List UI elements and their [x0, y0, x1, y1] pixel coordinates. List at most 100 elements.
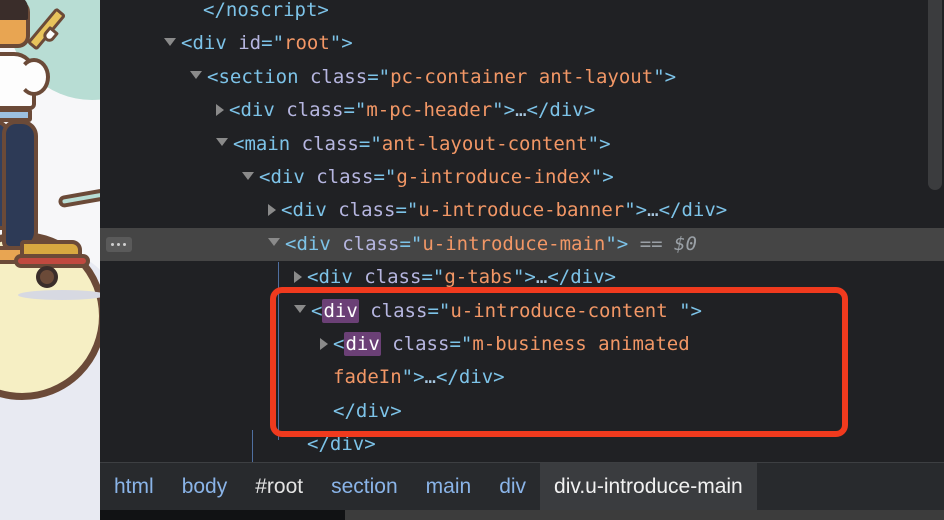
code-token-punct: =": [358, 132, 382, 155]
code-token-attr-name: class: [392, 333, 450, 355]
horizontal-scrollbar-track[interactable]: [100, 510, 944, 520]
breadcrumb-item--root[interactable]: #root: [241, 463, 317, 511]
dom-tree-row-content: </div>: [320, 400, 402, 422]
code-token-punct: <: [259, 166, 271, 188]
dom-tree-row-content: </noscript>: [190, 0, 329, 21]
dom-tree-row[interactable]: <div class="g-introduce-index">: [100, 161, 944, 194]
code-token-ellipsis: …: [424, 366, 436, 389]
code-token-ellipsis: …: [515, 99, 527, 122]
dom-tree-row-selected[interactable]: <div class="u-introduce-main"> == $0: [100, 227, 944, 262]
code-token-punct: ">: [512, 266, 536, 289]
code-token-tag: section: [218, 65, 299, 88]
dom-tree-row-content: <div class="g-introduce-index">: [242, 166, 614, 188]
dom-tree-row[interactable]: <div class="u-introduce-banner">…</div>: [100, 194, 944, 227]
chevron-right-icon[interactable]: [216, 103, 224, 116]
chevron-right-icon[interactable]: [294, 270, 302, 283]
code-token-attr-name: class: [338, 199, 396, 222]
code-token-tag: div: [240, 99, 275, 122]
code-token-punct: ">: [624, 199, 648, 222]
illustration-leg-front: [2, 120, 38, 250]
chevron-down-icon[interactable]: [164, 37, 176, 46]
chevron-down-icon[interactable]: [242, 171, 254, 180]
code-token-punct: =": [373, 166, 397, 188]
dom-tree-row-content: <div class="u-introduce-main"> == $0: [268, 233, 697, 255]
code-token-punct: </div>: [526, 99, 596, 122]
code-token-attr-val: root: [284, 32, 330, 55]
breadcrumb-item-div[interactable]: div: [485, 463, 540, 511]
dom-tree-row[interactable]: <section class="pc-container ant-layout"…: [100, 61, 944, 94]
code-token-punct: <: [207, 65, 219, 88]
more-options-icon[interactable]: [106, 236, 132, 252]
dom-tree-row[interactable]: <main class="ant-layout-content">: [100, 128, 944, 161]
dom-tree-row[interactable]: <div class="u-introduce-content ">: [100, 295, 944, 328]
dom-tree-row[interactable]: </div>: [100, 428, 944, 461]
code-token-attr-val: u-introduce-banner: [418, 199, 625, 222]
code-token-punct: =": [261, 32, 285, 55]
code-token-attr-name: class: [364, 266, 422, 289]
horizontal-scrollbar-thumb[interactable]: [100, 510, 345, 520]
code-token-punct: </div>: [333, 399, 402, 422]
code-token-punct: ">: [329, 32, 353, 55]
chevron-right-icon[interactable]: [320, 337, 328, 350]
breadcrumb-item-main[interactable]: main: [412, 463, 486, 511]
code-token-attr-val: m-pc-header: [366, 99, 493, 122]
breadcrumb-item-body[interactable]: body: [168, 463, 242, 511]
chevron-right-icon[interactable]: [268, 203, 276, 216]
code-token-punct: =": [421, 266, 445, 289]
dom-tree-row[interactable]: </noscript>: [100, 0, 944, 27]
dom-tree-row[interactable]: <div id="root">: [100, 27, 944, 60]
illustration-arm: [18, 58, 50, 96]
dom-tree-row[interactable]: <div class="g-tabs">…</div>: [100, 261, 944, 294]
code-token-punct: ">: [605, 232, 640, 255]
code-token-punct: =": [395, 199, 419, 222]
code-token-attr-name: class: [309, 65, 368, 88]
search-highlight-tag: div: [322, 298, 359, 323]
code-token-punct: =": [399, 232, 423, 255]
code-token-tag: div: [192, 32, 227, 55]
vertical-scrollbar[interactable]: [928, 0, 942, 190]
code-token-punct: </div>: [307, 433, 376, 456]
dom-tree-row-content: </div>: [294, 433, 376, 455]
dom-tree-row[interactable]: <div class="m-business animated: [100, 328, 944, 361]
code-token-tag: main: [244, 132, 291, 155]
indent-guide-line: [278, 262, 279, 440]
dom-tree-row-content: <div id="root">: [164, 32, 353, 54]
indent-guide-line: [252, 430, 253, 462]
dom-tree[interactable]: </noscript> <div id="root"> <section class…: [100, 0, 944, 462]
code-token-punct: </div>: [435, 366, 505, 389]
code-token-punct: ">: [587, 132, 611, 155]
breadcrumb[interactable]: html body #root section main div div.u-introdu…: [100, 462, 944, 511]
dom-tree-row-content: <div class="m-business animated: [320, 332, 690, 356]
code-token-attr-name: class: [316, 166, 374, 188]
page-illustration: [0, 0, 100, 520]
chevron-down-icon[interactable]: [268, 238, 280, 247]
dom-tree-row-content: <main class="ant-layout-content">: [216, 133, 611, 155]
breadcrumb-item-div-u-introduce-main[interactable]: div.u-introduce-main: [540, 462, 757, 511]
breadcrumb-item-section[interactable]: section: [317, 463, 412, 511]
chevron-down-icon[interactable]: [294, 305, 306, 314]
dom-tree-row[interactable]: fadeIn">…</div>: [100, 361, 944, 394]
code-token-punct: <: [229, 99, 241, 122]
code-token-punct: <: [311, 299, 323, 322]
chevron-down-icon[interactable]: [216, 138, 228, 147]
dom-tree-row[interactable]: <div class="m-pc-header">…</div>: [100, 94, 944, 127]
code-token-attr-val: fadeIn: [333, 366, 402, 389]
dom-tree-row[interactable]: </div>: [100, 395, 944, 428]
code-token-attr-val: u-introduce-main: [422, 232, 606, 255]
code-token-attr-name: id: [238, 32, 262, 55]
code-token-ellipsis: …: [647, 199, 659, 222]
code-token-attr-val: g-introduce-index: [396, 166, 591, 188]
breadcrumb-item-html[interactable]: html: [100, 463, 168, 511]
code-token-tag: div: [292, 199, 327, 222]
chevron-down-icon[interactable]: [190, 71, 202, 80]
dom-tree-row-content: <div class="m-pc-header">…</div>: [216, 99, 595, 121]
code-token-attr-name: class: [370, 299, 428, 322]
code-token-punct: <: [281, 199, 293, 222]
search-highlight-tag: div: [344, 332, 381, 356]
code-token-punct: =": [367, 65, 391, 88]
